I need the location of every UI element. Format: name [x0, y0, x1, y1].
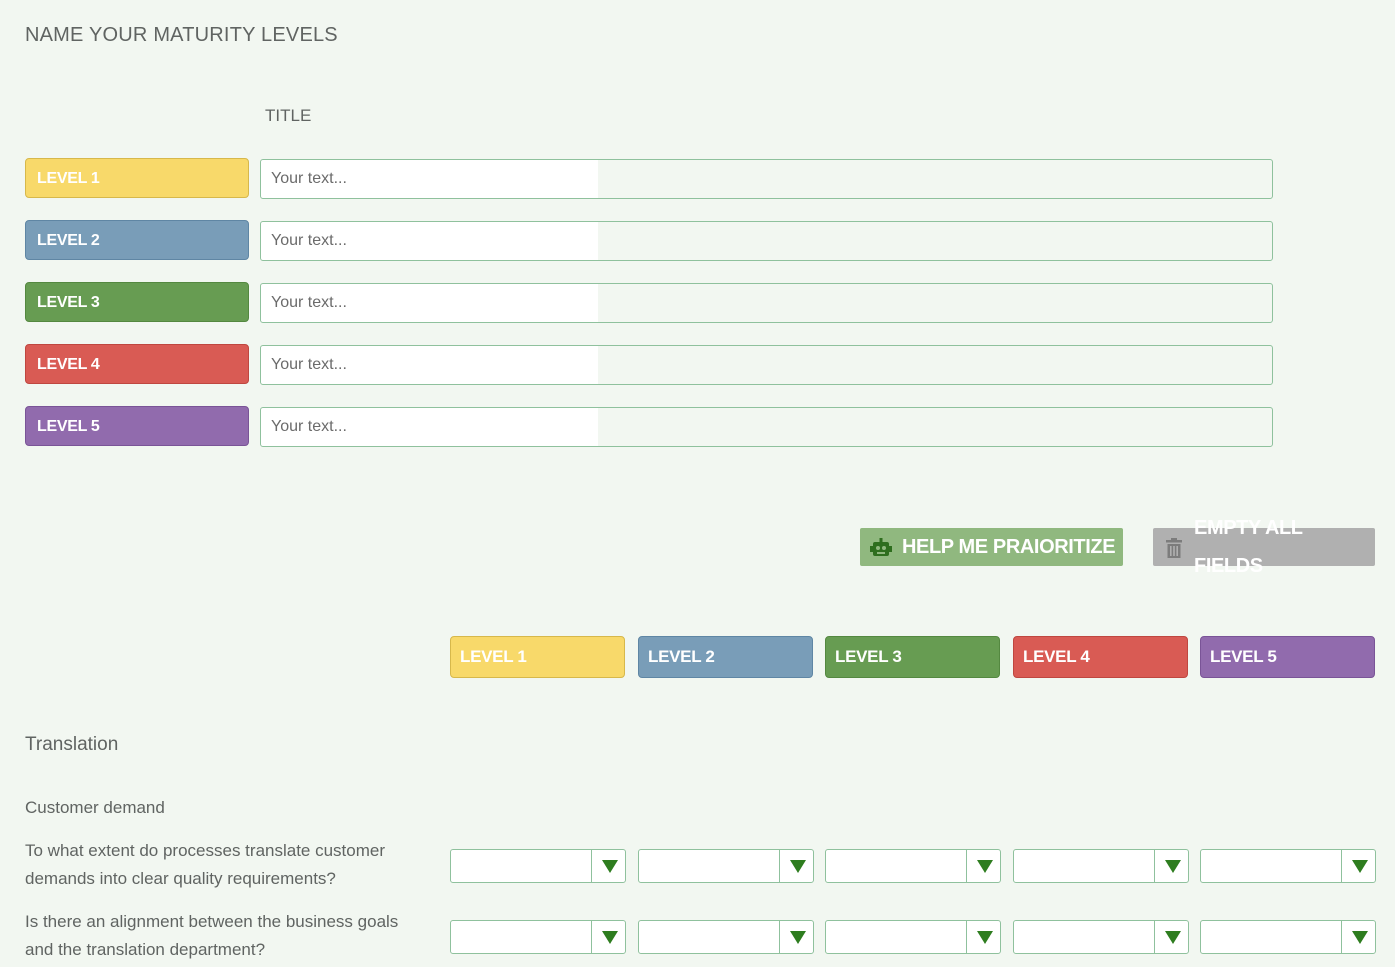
chevron-down-icon [1352, 931, 1368, 944]
matrix-column-level-4: LEVEL 4 [1013, 636, 1188, 678]
level-3-title-input[interactable] [260, 283, 1273, 323]
matrix-column-level-5: LEVEL 5 [1200, 636, 1375, 678]
level-3-badge: LEVEL 3 [25, 282, 249, 322]
help-me-prioritize-button[interactable]: HELP ME PRAIORITIZE [860, 528, 1123, 566]
matrix-column-level-3: LEVEL 3 [825, 636, 1000, 678]
question-1-level-1-select[interactable] [450, 849, 626, 883]
question-2-level-3-select[interactable] [825, 920, 1001, 954]
question-2-level-1-select[interactable] [450, 920, 626, 954]
title-column-header: TITLE [265, 106, 312, 125]
robot-icon [869, 535, 893, 559]
question-1-level-3-select[interactable] [825, 849, 1001, 883]
page-title: NAME YOUR MATURITY LEVELS [25, 24, 338, 46]
chevron-down-icon [790, 860, 806, 873]
empty-all-fields-label: EMPTY ALL FIELDS [1194, 517, 1303, 577]
chevron-down-icon [602, 860, 618, 873]
question-2-level-2-select[interactable] [638, 920, 814, 954]
level-4-title-input[interactable] [260, 345, 1273, 385]
chevron-down-icon [602, 931, 618, 944]
level-2-badge: LEVEL 2 [25, 220, 249, 260]
level-2-title-input[interactable] [260, 221, 1273, 261]
level-5-title-input[interactable] [260, 407, 1273, 447]
chevron-down-icon [1165, 860, 1181, 873]
chevron-down-icon [977, 931, 993, 944]
question-text: To what extent do processes translate cu… [25, 841, 386, 888]
question-1-level-2-select[interactable] [638, 849, 814, 883]
level-5-badge: LEVEL 5 [25, 406, 249, 446]
matrix-column-level-2: LEVEL 2 [638, 636, 813, 678]
chevron-down-icon [1352, 860, 1368, 873]
question-text: Is there an alignment between the busine… [25, 912, 399, 959]
chevron-down-icon [1165, 931, 1181, 944]
section-title: Translation [25, 734, 119, 755]
question-1-level-4-select[interactable] [1013, 849, 1189, 883]
question-1-level-5-select[interactable] [1200, 849, 1376, 883]
chevron-down-icon [790, 931, 806, 944]
level-1-badge: LEVEL 1 [25, 158, 249, 198]
subsection-title: Customer demand [25, 798, 165, 817]
question-2-level-4-select[interactable] [1013, 920, 1189, 954]
matrix-column-level-1: LEVEL 1 [450, 636, 625, 678]
trash-icon [1162, 535, 1186, 559]
level-4-badge: LEVEL 4 [25, 344, 249, 384]
level-1-title-input[interactable] [260, 159, 1273, 199]
chevron-down-icon [977, 860, 993, 873]
help-me-prioritize-label: HELP ME PRAIORITIZE [902, 536, 1116, 558]
empty-all-fields-button[interactable]: EMPTY ALL FIELDS [1153, 517, 1375, 577]
question-2-level-5-select[interactable] [1200, 920, 1376, 954]
